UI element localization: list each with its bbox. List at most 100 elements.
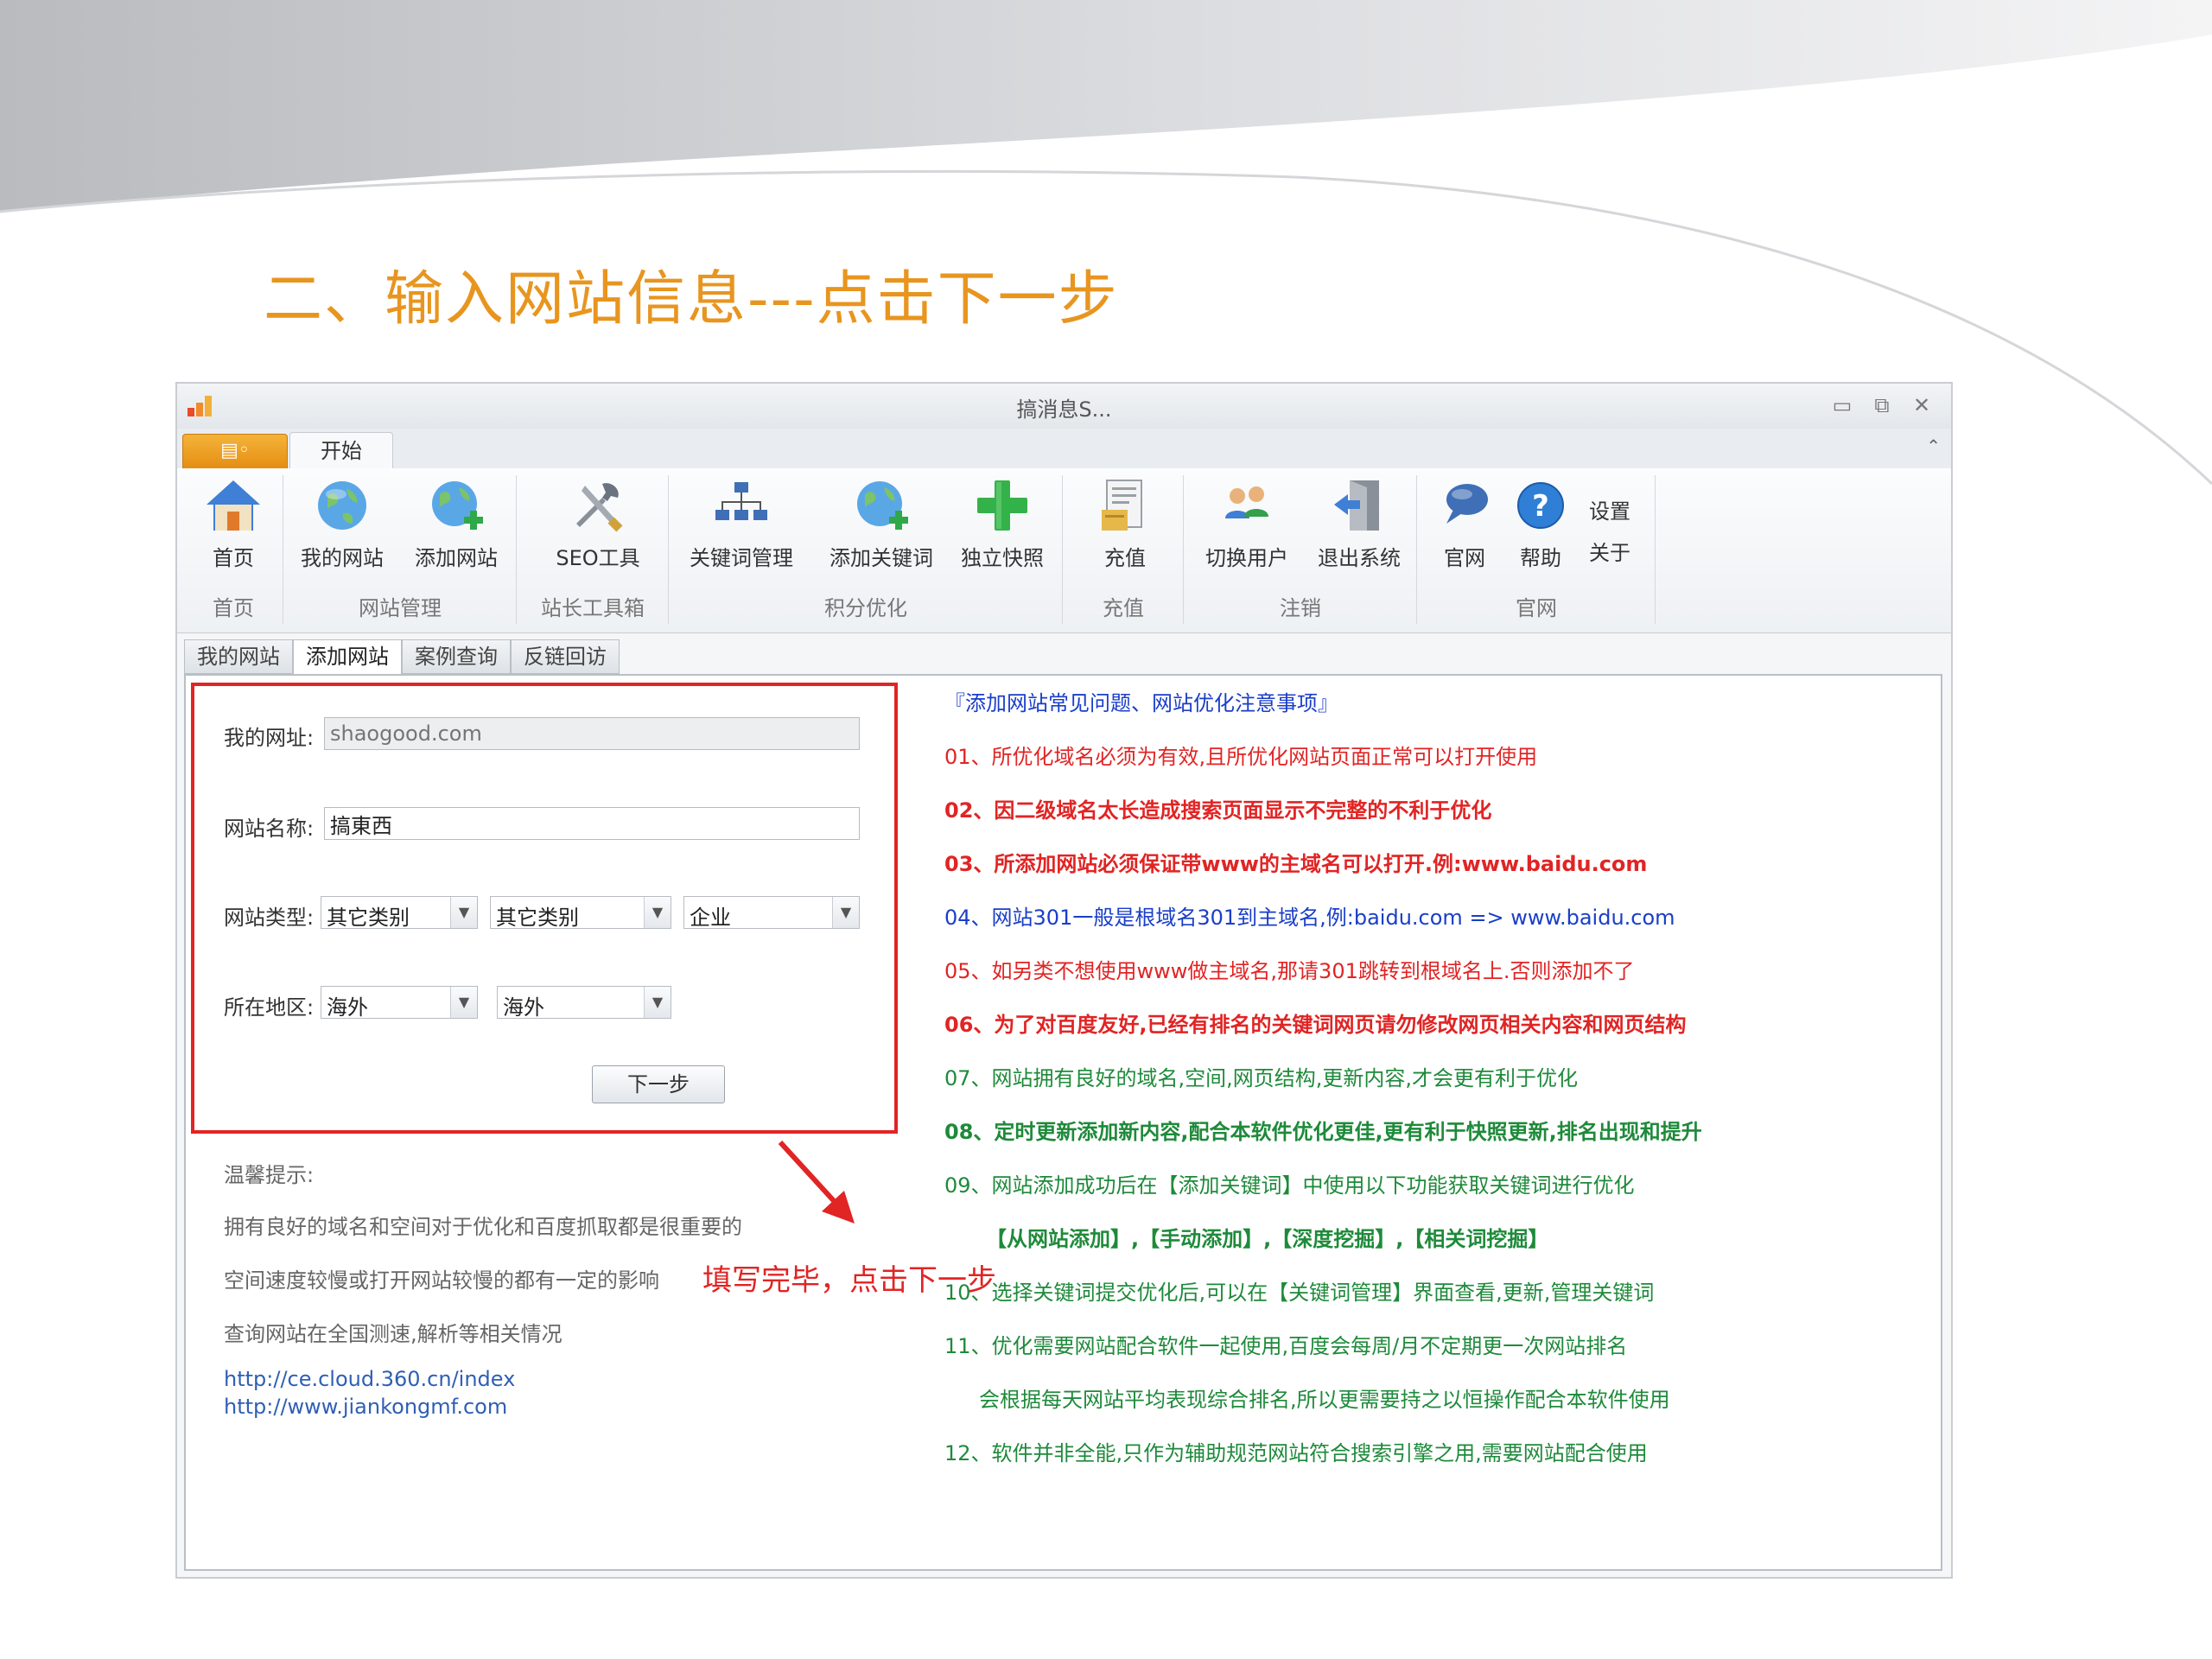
group-label-recharge: 充值	[1103, 596, 1144, 620]
region-select-2[interactable]: 海外 ▼	[497, 986, 671, 1020]
minimize-button[interactable]: ▭	[1825, 391, 1859, 420]
tools-icon	[576, 483, 623, 532]
note-05: 05、如另类不想使用www做主域名,那请301跳转到根域名上.否则添加不了	[944, 959, 1635, 983]
home-icon	[207, 480, 260, 531]
region-select-2-value: 海外	[503, 995, 544, 1020]
globe-add-icon	[857, 481, 908, 530]
region-select-1[interactable]: 海外 ▼	[321, 986, 478, 1020]
type-select-3-value: 企业	[690, 906, 731, 930]
note-04: 04、网站301一般是根域名301到主域名,例:baidu.com => www…	[944, 906, 1675, 930]
group-label-official: 官网	[1516, 596, 1557, 620]
keyword-mgmt-label: 关键词管理	[690, 546, 793, 570]
home-button[interactable]: 首页	[186, 475, 281, 575]
note-09: 09、网站添加成功后在【添加关键词】中使用以下功能获取关键词进行优化	[944, 1173, 1635, 1198]
note-11: 11、优化需要网站配合软件一起使用,百度会每周/月不定期更一次网站排名	[944, 1334, 1628, 1358]
official-site-button[interactable]: 官网	[1421, 475, 1508, 575]
group-separator	[1062, 475, 1063, 624]
note-10: 10、选择关键词提交优化后,可以在【关键词管理】界面查看,更新,管理关键词	[944, 1281, 1655, 1305]
document-icon	[1102, 480, 1142, 531]
app-window: 搞消息S... ▭ ⧉ ✕ ▤◦ 开始 ⌃ 首页 我的网站 添加网站 SEO工具…	[175, 382, 1953, 1579]
sitemap-icon	[715, 482, 767, 520]
exit-door-icon	[1334, 480, 1379, 531]
help-icon: ?	[1517, 482, 1564, 529]
tips-heading: 温馨提示:	[224, 1163, 315, 1187]
chat-bubble-icon	[1446, 484, 1488, 524]
group-separator	[1655, 475, 1656, 624]
tab-my-site[interactable]: 我的网站	[184, 639, 293, 674]
tips-line-3: 查询网站在全国测速,解析等相关情况	[224, 1322, 563, 1346]
recharge-button[interactable]: 充值	[1077, 475, 1173, 575]
region-label: 所在地区:	[224, 995, 315, 1020]
note-03: 03、所添加网站必须保证带www的主域名可以打开.例:www.baidu.com	[944, 852, 1648, 876]
note-07: 07、网站拥有良好的域名,空间,网页结构,更新内容,才会更有利于优化	[944, 1066, 1579, 1090]
about-button[interactable]: 关于	[1589, 536, 1630, 566]
speedtest-link-360[interactable]: http://ce.cloud.360.cn/index	[224, 1367, 515, 1391]
note-12: 12、软件并非全能,只作为辅助规范网站符合搜索引擎之用,需要网站配合使用	[944, 1441, 1648, 1465]
type-select-2[interactable]: 其它类别 ▼	[490, 896, 671, 930]
type-select-1[interactable]: 其它类别 ▼	[321, 896, 478, 930]
settings-button[interactable]: 设置	[1589, 494, 1630, 524]
switch-user-label: 切换用户	[1205, 546, 1288, 570]
ribbon: 首页 我的网站 添加网站 SEO工具 关键词管理 添加关键词 独立快照 充值 切…	[177, 468, 1951, 633]
region-select-1-value: 海外	[327, 995, 368, 1020]
app-menu-button[interactable]: ▤◦	[182, 434, 288, 470]
note-09-detail: 【从网站添加】,【手动添加】,【深度挖掘】,【相关词挖掘】	[986, 1227, 1549, 1251]
title-bar: 搞消息S... ▭ ⧉ ✕	[177, 384, 1951, 429]
type-select-1-value: 其它类别	[327, 906, 410, 930]
group-label-home: 首页	[213, 596, 254, 620]
tips-line-2: 空间速度较慢或打开网站较慢的都有一定的影响	[224, 1268, 659, 1293]
tab-backlink-visit[interactable]: 反链回访	[511, 639, 620, 674]
help-button[interactable]: ? 帮助	[1497, 475, 1584, 575]
my-site-button[interactable]: 我的网站	[295, 475, 390, 575]
name-label: 网站名称:	[224, 817, 315, 841]
notes-title: 『添加网站常见问题、网站优化注意事项』	[944, 691, 1338, 715]
keyword-mgmt-button[interactable]: 关键词管理	[685, 475, 798, 575]
svg-text:?: ?	[1532, 489, 1549, 524]
users-icon	[1225, 486, 1268, 518]
recharge-label: 充值	[1104, 546, 1146, 570]
globe-icon	[318, 481, 366, 530]
help-label: 帮助	[1520, 546, 1561, 570]
note-06: 06、为了对百度友好,已经有排名的关键词网页请勿修改网页相关内容和网页结构	[944, 1013, 1687, 1037]
group-separator	[668, 475, 669, 624]
restore-button[interactable]: ⧉	[1865, 391, 1899, 420]
type-select-2-value: 其它类别	[496, 906, 579, 930]
tab-start[interactable]: 开始	[289, 432, 393, 470]
add-site-label: 添加网站	[415, 546, 498, 570]
tab-add-site[interactable]: 添加网站	[293, 639, 402, 676]
add-keyword-button[interactable]: 添加关键词	[825, 475, 938, 575]
chevron-up-icon[interactable]: ⌃	[1926, 435, 1941, 456]
note-08: 08、定时更新添加新内容,配合本软件优化更佳,更有利于快照更新,排名出现和提升	[944, 1120, 1702, 1144]
home-label: 首页	[213, 546, 254, 570]
site-name-input[interactable]	[324, 807, 860, 840]
official-site-label: 官网	[1444, 546, 1485, 570]
speedtest-link-jiankong[interactable]: http://www.jiankongmf.com	[224, 1395, 507, 1419]
plus-icon	[977, 480, 1027, 531]
url-input[interactable]	[324, 717, 860, 750]
chevron-down-icon[interactable]: ▼	[644, 897, 671, 928]
type-select-3[interactable]: 企业 ▼	[683, 896, 860, 930]
chevron-down-icon[interactable]: ▼	[644, 987, 671, 1018]
chevron-down-icon[interactable]: ▼	[450, 897, 477, 928]
content-panel: 我的网址: 网站名称: 网站类型: 其它类别 ▼ 其它类别 ▼ 企业 ▼ 所在地…	[184, 674, 1942, 1571]
url-label: 我的网址:	[224, 726, 315, 750]
tips-line-1: 拥有良好的域名和空间对于优化和百度抓取都是很重要的	[224, 1215, 742, 1239]
group-label-webmaster: 站长工具箱	[541, 596, 645, 620]
chevron-down-icon[interactable]: ▼	[450, 987, 477, 1018]
tab-case-query[interactable]: 案例查询	[402, 639, 511, 674]
exit-button[interactable]: 退出系统	[1307, 475, 1411, 575]
snapshot-label: 独立快照	[961, 546, 1044, 570]
add-keyword-label: 添加关键词	[830, 546, 933, 570]
site-info-form: 我的网址: 网站名称: 网站类型: 其它类别 ▼ 其它类别 ▼ 企业 ▼ 所在地…	[191, 683, 898, 1134]
seo-tools-button[interactable]: SEO工具	[550, 475, 645, 575]
chevron-down-icon[interactable]: ▼	[832, 897, 859, 928]
slide-title: 二、输入网站信息---点击下一步	[264, 265, 1119, 334]
snapshot-button[interactable]: 独立快照	[955, 475, 1050, 575]
window-title: 搞消息S...	[1016, 397, 1112, 422]
add-site-button[interactable]: 添加网站	[409, 475, 504, 575]
close-button[interactable]: ✕	[1904, 391, 1939, 420]
pointer-arrow-icon	[778, 1140, 855, 1224]
switch-user-button[interactable]: 切换用户	[1195, 475, 1299, 575]
next-step-button[interactable]: 下一步	[592, 1065, 725, 1103]
group-label-logout: 注销	[1280, 596, 1321, 620]
